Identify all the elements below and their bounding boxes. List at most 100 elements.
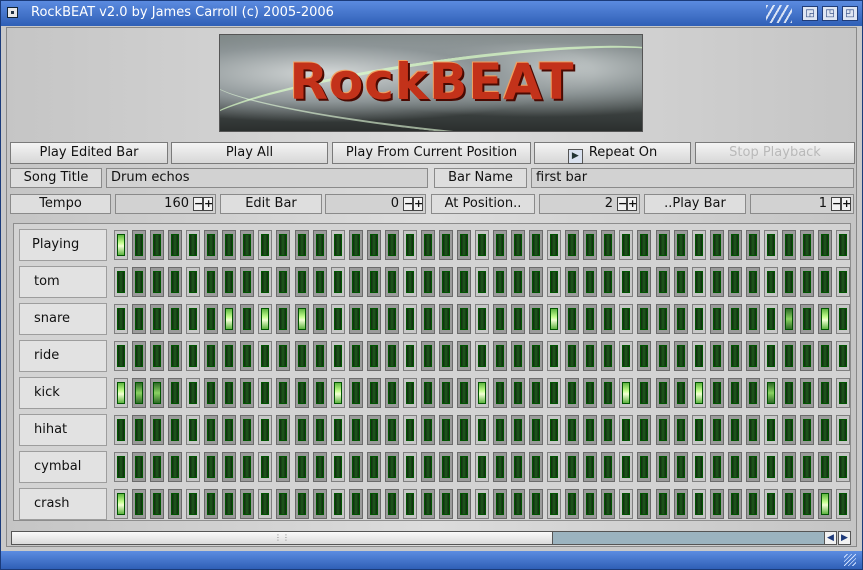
beat-step-tom-16[interactable]: [385, 267, 399, 297]
at-position-increment-button[interactable]: +: [627, 197, 637, 211]
beat-step-hihat-14[interactable]: [349, 415, 363, 445]
beat-step-cymbal-7[interactable]: [222, 452, 236, 482]
beat-step-cymbal-22[interactable]: [493, 452, 507, 482]
at-position-decrement-button[interactable]: −: [617, 197, 627, 211]
beat-step-crash-28[interactable]: [601, 489, 615, 519]
beat-step-crash-13[interactable]: [331, 489, 345, 519]
beat-step-ride-30[interactable]: [637, 341, 651, 371]
beat-step-ride-23[interactable]: [511, 341, 525, 371]
beat-step-kick-41[interactable]: [836, 378, 850, 408]
beat-step-ride-29[interactable]: [619, 341, 633, 371]
beat-step-crash-4[interactable]: [168, 489, 182, 519]
beat-step-kick-4[interactable]: [168, 378, 182, 408]
beat-step-kick-24[interactable]: [529, 378, 543, 408]
beat-step-ride-8[interactable]: [240, 341, 254, 371]
beat-step-tom-12[interactable]: [313, 267, 327, 297]
beat-step-tom-15[interactable]: [367, 267, 381, 297]
beat-step-ride-13[interactable]: [331, 341, 345, 371]
beat-step-cymbal-28[interactable]: [601, 452, 615, 482]
beat-step-cymbal-20[interactable]: [457, 452, 471, 482]
beat-step-snare-7[interactable]: [222, 304, 236, 334]
beat-step-crash-11[interactable]: [295, 489, 309, 519]
song-title-field[interactable]: Drum echos: [106, 168, 428, 188]
beat-step-ride-40[interactable]: [818, 341, 832, 371]
beat-step-cymbal-36[interactable]: [746, 452, 760, 482]
beat-step-kick-15[interactable]: [367, 378, 381, 408]
beat-step-tom-14[interactable]: [349, 267, 363, 297]
beat-step-cymbal-10[interactable]: [276, 452, 290, 482]
beat-step-tom-31[interactable]: [656, 267, 670, 297]
beat-step-snare-24[interactable]: [529, 304, 543, 334]
beat-step-snare-3[interactable]: [150, 304, 164, 334]
beat-step-crash-40[interactable]: [818, 489, 832, 519]
beat-step-cymbal-29[interactable]: [619, 452, 633, 482]
beat-step-ride-17[interactable]: [403, 341, 417, 371]
beat-step-crash-20[interactable]: [457, 489, 471, 519]
tempo-increment-button[interactable]: +: [203, 197, 213, 211]
play-from-current-position-button[interactable]: Play From Current Position: [332, 142, 531, 164]
beat-step-hihat-39[interactable]: [800, 415, 814, 445]
beat-step-cymbal-1[interactable]: [114, 452, 128, 482]
beat-step-cymbal-40[interactable]: [818, 452, 832, 482]
beat-step-hihat-33[interactable]: [692, 415, 706, 445]
beat-step-snare-37[interactable]: [764, 304, 778, 334]
beat-step-hihat-26[interactable]: [565, 415, 579, 445]
beat-step-cymbal-13[interactable]: [331, 452, 345, 482]
beat-step-tom-27[interactable]: [583, 267, 597, 297]
beat-step-cymbal-38[interactable]: [782, 452, 796, 482]
beat-step-cymbal-37[interactable]: [764, 452, 778, 482]
beat-step-cymbal-33[interactable]: [692, 452, 706, 482]
beat-step-snare-14[interactable]: [349, 304, 363, 334]
beat-step-ride-24[interactable]: [529, 341, 543, 371]
beat-step-kick-36[interactable]: [746, 378, 760, 408]
beat-step-hihat-40[interactable]: [818, 415, 832, 445]
beat-step-snare-38[interactable]: [782, 304, 796, 334]
beat-step-crash-34[interactable]: [710, 489, 724, 519]
play-bar-decrement-button[interactable]: −: [831, 197, 841, 211]
beat-step-ride-10[interactable]: [276, 341, 290, 371]
beat-step-ride-22[interactable]: [493, 341, 507, 371]
zoom-icon[interactable]: ◳: [822, 6, 838, 21]
beat-step-tom-26[interactable]: [565, 267, 579, 297]
beat-step-snare-26[interactable]: [565, 304, 579, 334]
beat-step-cymbal-14[interactable]: [349, 452, 363, 482]
beat-step-tom-19[interactable]: [439, 267, 453, 297]
beat-step-kick-29[interactable]: [619, 378, 633, 408]
tempo-field[interactable]: 160 − +: [115, 194, 216, 214]
beat-step-kick-32[interactable]: [674, 378, 688, 408]
beat-step-kick-27[interactable]: [583, 378, 597, 408]
beat-step-crash-37[interactable]: [764, 489, 778, 519]
beat-step-crash-36[interactable]: [746, 489, 760, 519]
beat-step-tom-40[interactable]: [818, 267, 832, 297]
beat-step-hihat-10[interactable]: [276, 415, 290, 445]
beat-step-crash-8[interactable]: [240, 489, 254, 519]
beat-step-hihat-8[interactable]: [240, 415, 254, 445]
beat-step-snare-16[interactable]: [385, 304, 399, 334]
beat-step-kick-11[interactable]: [295, 378, 309, 408]
beat-step-crash-31[interactable]: [656, 489, 670, 519]
scroll-left-arrow-icon[interactable]: ◀: [824, 531, 837, 545]
beat-step-snare-23[interactable]: [511, 304, 525, 334]
beat-step-kick-2[interactable]: [132, 378, 146, 408]
beat-step-hihat-11[interactable]: [295, 415, 309, 445]
beat-step-tom-1[interactable]: [114, 267, 128, 297]
beat-step-crash-27[interactable]: [583, 489, 597, 519]
beat-step-tom-36[interactable]: [746, 267, 760, 297]
beat-step-snare-22[interactable]: [493, 304, 507, 334]
beat-step-hihat-23[interactable]: [511, 415, 525, 445]
beat-step-cymbal-23[interactable]: [511, 452, 525, 482]
beat-step-snare-6[interactable]: [204, 304, 218, 334]
beat-step-kick-31[interactable]: [656, 378, 670, 408]
beat-step-hihat-6[interactable]: [204, 415, 218, 445]
beat-step-snare-33[interactable]: [692, 304, 706, 334]
beat-step-hihat-2[interactable]: [132, 415, 146, 445]
beat-step-kick-40[interactable]: [818, 378, 832, 408]
beat-step-kick-35[interactable]: [728, 378, 742, 408]
beat-step-snare-13[interactable]: [331, 304, 345, 334]
title-bar[interactable]: RockBEAT v2.0 by James Carroll (c) 2005-…: [1, 1, 862, 26]
beat-step-crash-1[interactable]: [114, 489, 128, 519]
beat-step-hihat-30[interactable]: [637, 415, 651, 445]
beat-step-cymbal-9[interactable]: [258, 452, 272, 482]
close-icon[interactable]: [7, 7, 18, 18]
beat-step-hihat-32[interactable]: [674, 415, 688, 445]
